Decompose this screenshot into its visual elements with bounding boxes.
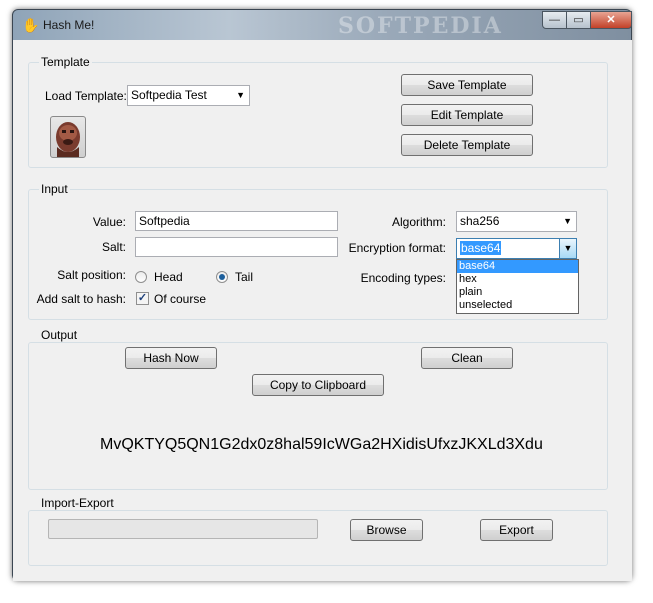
add-salt-checkbox[interactable]: ✓ xyxy=(136,292,149,305)
chevron-down-icon: ▼ xyxy=(236,90,245,100)
algorithm-value: sha256 xyxy=(460,214,500,228)
chevron-down-icon: ▼ xyxy=(563,216,572,226)
load-template-label: Load Template: xyxy=(45,89,127,103)
hash-now-button[interactable]: Hash Now xyxy=(125,347,217,369)
add-salt-label: Add salt to hash: xyxy=(36,292,126,306)
close-button[interactable]: ✕ xyxy=(590,11,632,29)
output-group xyxy=(28,342,608,490)
avatar-image xyxy=(56,122,80,157)
browse-button[interactable]: Browse xyxy=(350,519,423,541)
output-group-title: Output xyxy=(39,328,80,342)
clean-button[interactable]: Clean xyxy=(421,347,513,369)
dropdown-option-hex[interactable]: hex xyxy=(457,273,578,286)
value-input[interactable]: Softpedia xyxy=(135,211,338,231)
dropdown-option-unselected[interactable]: unselected xyxy=(457,299,578,312)
salt-tail-radio[interactable] xyxy=(216,271,228,283)
delete-template-button[interactable]: Delete Template xyxy=(401,134,533,156)
encryption-format-label: Encryption format: xyxy=(348,241,446,255)
value-label: Value: xyxy=(92,215,126,229)
copy-to-clipboard-button[interactable]: Copy to Clipboard xyxy=(252,374,384,396)
maximize-button[interactable]: ▭ xyxy=(566,11,591,29)
watermark: SOFTPEDIA xyxy=(338,13,503,39)
salt-position-label: Salt position: xyxy=(57,268,126,282)
minimize-button[interactable]: — xyxy=(542,11,567,29)
of-course-label[interactable]: Of course xyxy=(154,292,206,306)
dropdown-option-plain[interactable]: plain xyxy=(457,286,578,299)
salt-head-label[interactable]: Head xyxy=(154,270,183,284)
salt-tail-label[interactable]: Tail xyxy=(235,270,253,284)
load-template-select[interactable]: Softpedia Test ▼ xyxy=(127,85,250,106)
salt-label: Salt: xyxy=(101,240,126,254)
export-button[interactable]: Export xyxy=(480,519,553,541)
load-template-value: Softpedia Test xyxy=(131,88,207,102)
dropdown-option-base64[interactable]: base64 xyxy=(457,260,578,273)
salt-head-radio[interactable] xyxy=(135,271,147,283)
algorithm-label: Algorithm: xyxy=(391,215,446,229)
encoding-types-label: Encoding types: xyxy=(360,271,446,285)
encryption-format-value: base64 xyxy=(460,241,502,255)
title-bar[interactable]: ✋ Hash Me! SOFTPEDIA — ▭ ✕ xyxy=(13,10,632,40)
hand-icon: ✋ xyxy=(22,17,40,33)
form-client-area: Template Load Template: Softpedia Test ▼… xyxy=(13,40,632,581)
save-template-button[interactable]: Save Template xyxy=(401,74,533,96)
edit-template-button[interactable]: Edit Template xyxy=(401,104,533,126)
input-group-title: Input xyxy=(39,182,70,196)
algorithm-select[interactable]: sha256 ▼ xyxy=(456,211,577,232)
chevron-down-icon[interactable]: ▼ xyxy=(559,239,576,258)
salt-input[interactable] xyxy=(135,237,338,257)
chewbacca-avatar-icon[interactable] xyxy=(50,116,86,158)
hash-result: MvQKTYQ5QN1G2dx0z8hal59IcWGa2HXidisUfxzJ… xyxy=(100,436,543,453)
import-export-group-title: Import-Export xyxy=(39,496,116,510)
encryption-format-dropdown: base64 hex plain unselected xyxy=(456,259,579,314)
window-title: Hash Me! xyxy=(43,18,95,32)
import-path-field[interactable] xyxy=(48,519,318,539)
encryption-format-select[interactable]: base64 ▼ xyxy=(456,238,577,259)
template-group-title: Template xyxy=(39,55,92,69)
